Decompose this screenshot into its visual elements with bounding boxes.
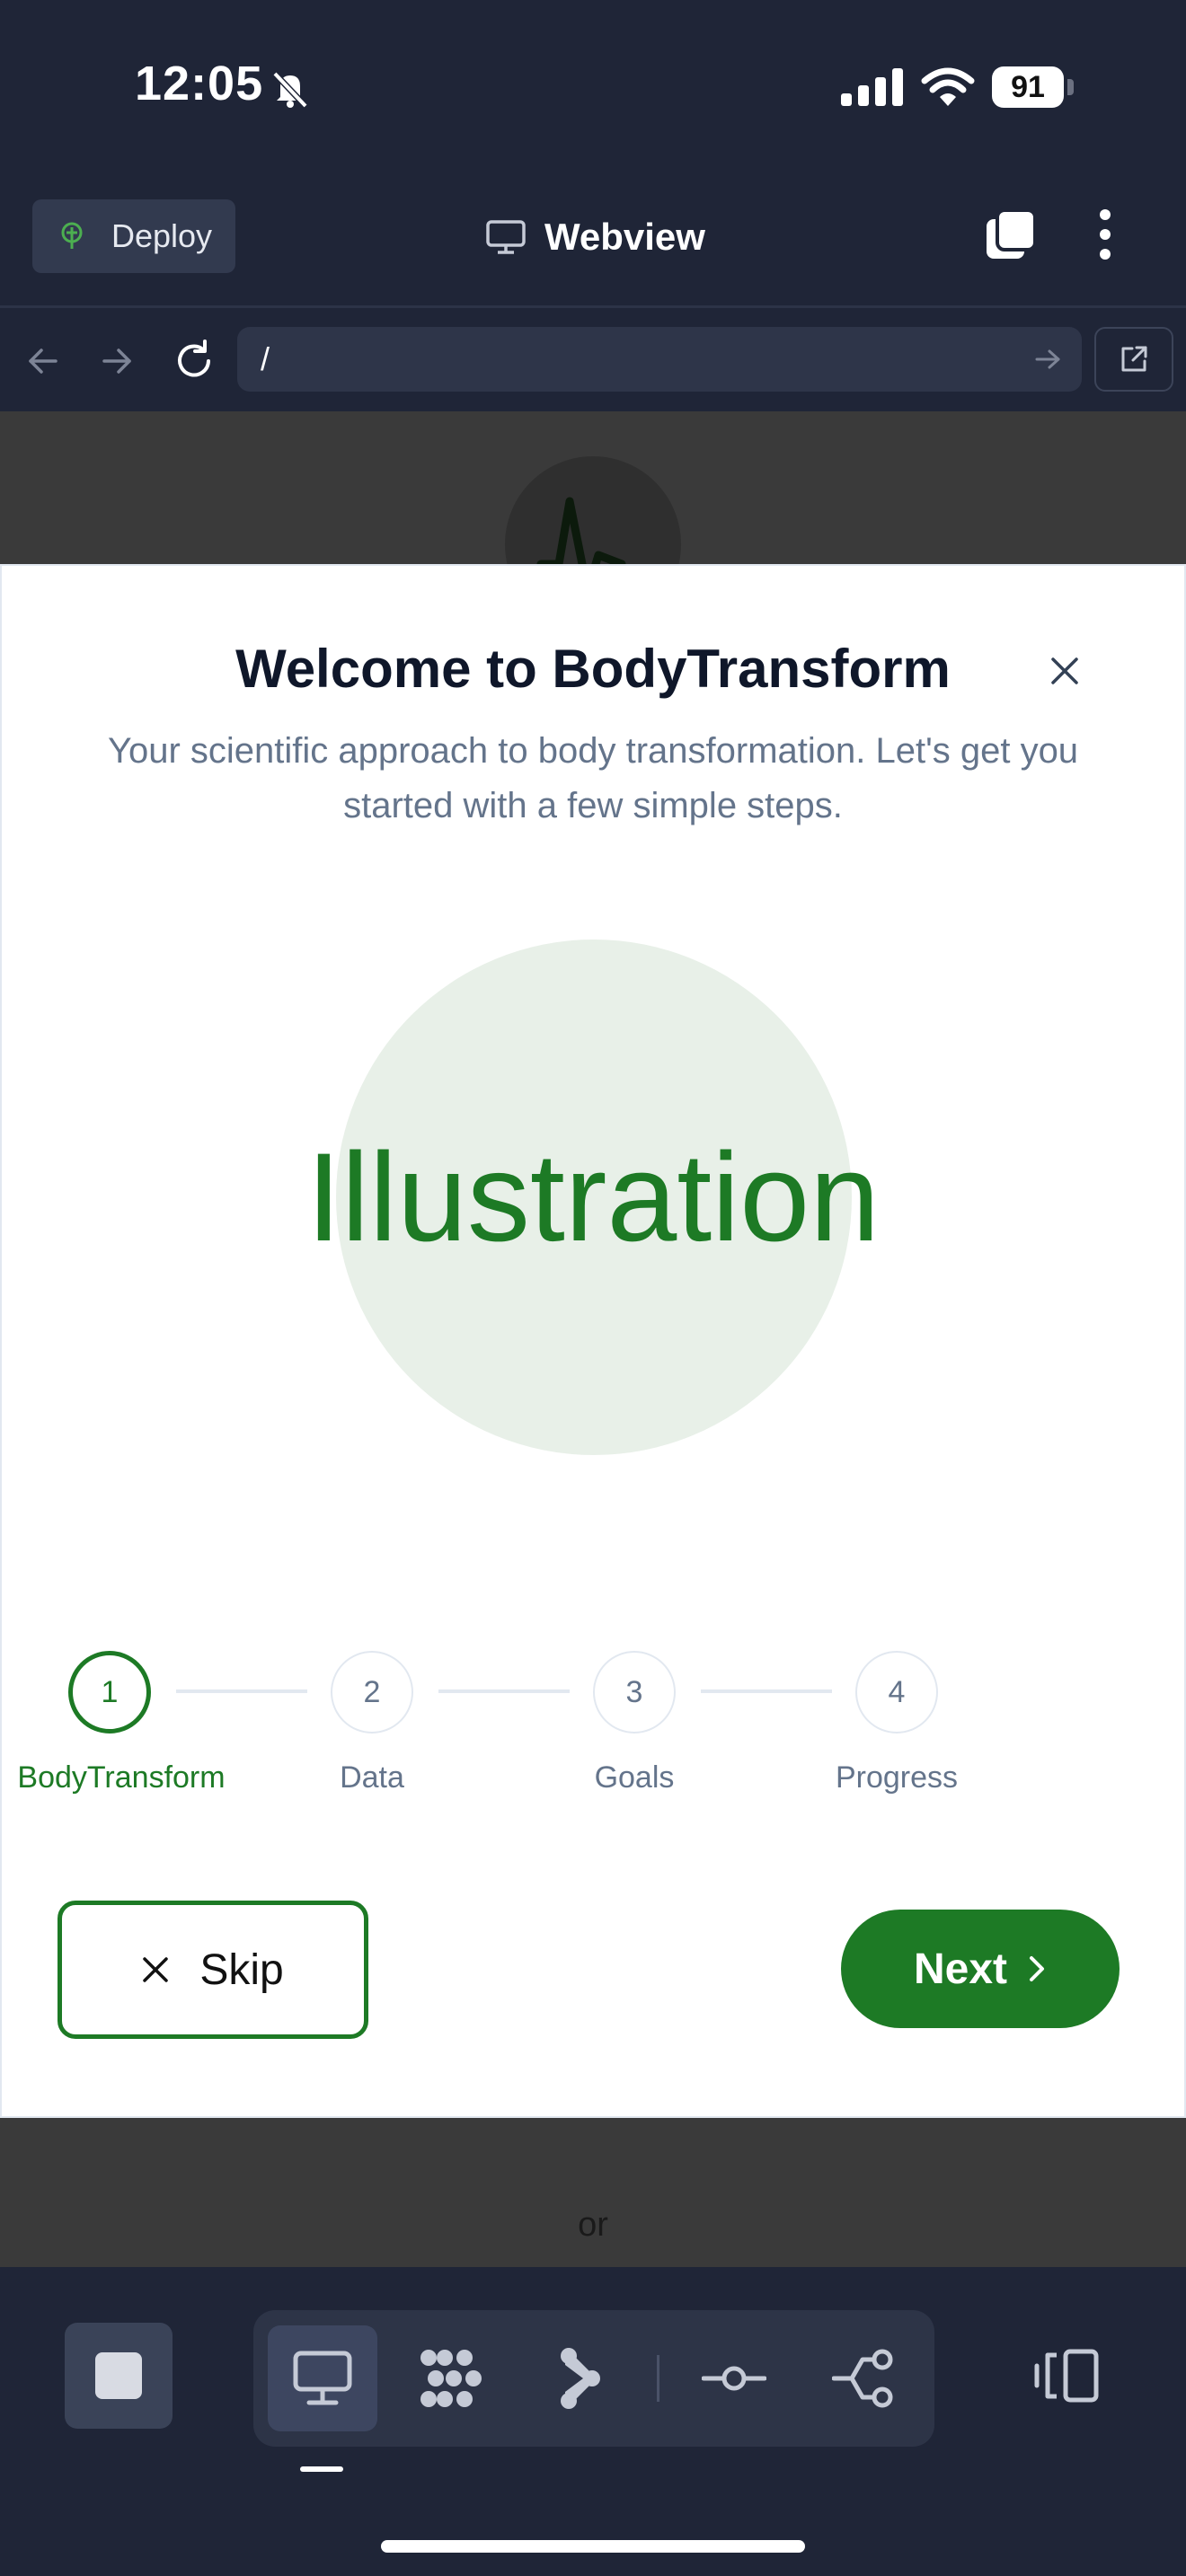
header-divider xyxy=(0,305,1186,308)
git-branch-icon xyxy=(832,2349,893,2408)
branch-icon xyxy=(561,2348,600,2409)
close-icon xyxy=(143,1957,169,1982)
modal-title: Welcome to BodyTransform xyxy=(235,639,951,699)
monitor-icon xyxy=(486,220,526,254)
step-3-label: Goals xyxy=(594,1760,675,1795)
desktop-icon xyxy=(293,2351,352,2405)
webview-title-label: Webview xyxy=(544,216,705,258)
skip-label: Skip xyxy=(199,1945,284,1994)
toolbar-divider xyxy=(657,2355,659,2402)
status-time: 12:05 xyxy=(135,57,264,110)
battery-tip xyxy=(1067,79,1074,95)
step-4-label: Progress xyxy=(835,1760,959,1795)
step-connector xyxy=(176,1689,307,1693)
step-connector xyxy=(438,1689,570,1693)
url-input[interactable]: / xyxy=(237,327,1082,392)
open-external-button[interactable] xyxy=(1094,327,1173,392)
deploy-button[interactable]: Deploy xyxy=(32,199,235,273)
or-divider-text: or xyxy=(578,2206,608,2244)
bell-slash-icon xyxy=(272,71,308,109)
step-connector xyxy=(701,1689,832,1693)
stop-button[interactable] xyxy=(65,2323,173,2429)
illustration-placeholder: Illustration xyxy=(305,1126,881,1267)
modal-subtitle: Your scientific approach to body transfo… xyxy=(107,731,1079,825)
next-label: Next xyxy=(913,1945,1008,1993)
deploy-label: Deploy xyxy=(111,217,213,254)
branch-view-button[interactable] xyxy=(525,2325,634,2431)
back-arrow-icon[interactable] xyxy=(25,343,61,379)
desktop-view-button[interactable] xyxy=(268,2325,377,2431)
skip-button[interactable]: Skip xyxy=(58,1901,368,2039)
external-link-icon xyxy=(1121,346,1147,372)
grid-view-button[interactable] xyxy=(397,2325,507,2431)
deploy-icon xyxy=(61,222,83,249)
git-branch-button[interactable] xyxy=(809,2325,918,2431)
home-indicator[interactable] xyxy=(381,2540,805,2553)
step-4-circle: 4 xyxy=(855,1651,938,1734)
reload-icon[interactable] xyxy=(173,340,216,383)
chevron-right-icon xyxy=(1030,1956,1045,1981)
next-button[interactable]: Next xyxy=(841,1910,1120,2028)
active-tool-indicator xyxy=(300,2466,343,2472)
wifi-icon xyxy=(921,67,975,106)
panel-toggle-icon[interactable] xyxy=(1033,2348,1100,2404)
copy-icon[interactable] xyxy=(983,207,1039,262)
step-1-circle: 1 xyxy=(68,1651,151,1734)
step-1-label: BodyTransform xyxy=(17,1760,226,1795)
signal-icon xyxy=(841,68,903,106)
go-arrow-icon[interactable] xyxy=(1033,347,1062,372)
step-3-circle: 3 xyxy=(593,1651,676,1734)
step-2-circle: 2 xyxy=(331,1651,413,1734)
step-2-label: Data xyxy=(340,1760,404,1795)
commit-icon xyxy=(702,2366,766,2391)
close-button[interactable] xyxy=(1042,648,1087,693)
close-icon xyxy=(1051,657,1078,684)
forward-arrow-icon[interactable] xyxy=(99,343,135,379)
url-path: / xyxy=(261,340,270,377)
stop-icon xyxy=(95,2352,142,2399)
grid-dots-icon xyxy=(420,2350,482,2407)
battery-icon: 91 xyxy=(992,66,1064,108)
commit-button[interactable] xyxy=(679,2325,789,2431)
more-vertical-icon[interactable] xyxy=(1094,207,1116,262)
webview-title: Webview xyxy=(485,212,705,262)
